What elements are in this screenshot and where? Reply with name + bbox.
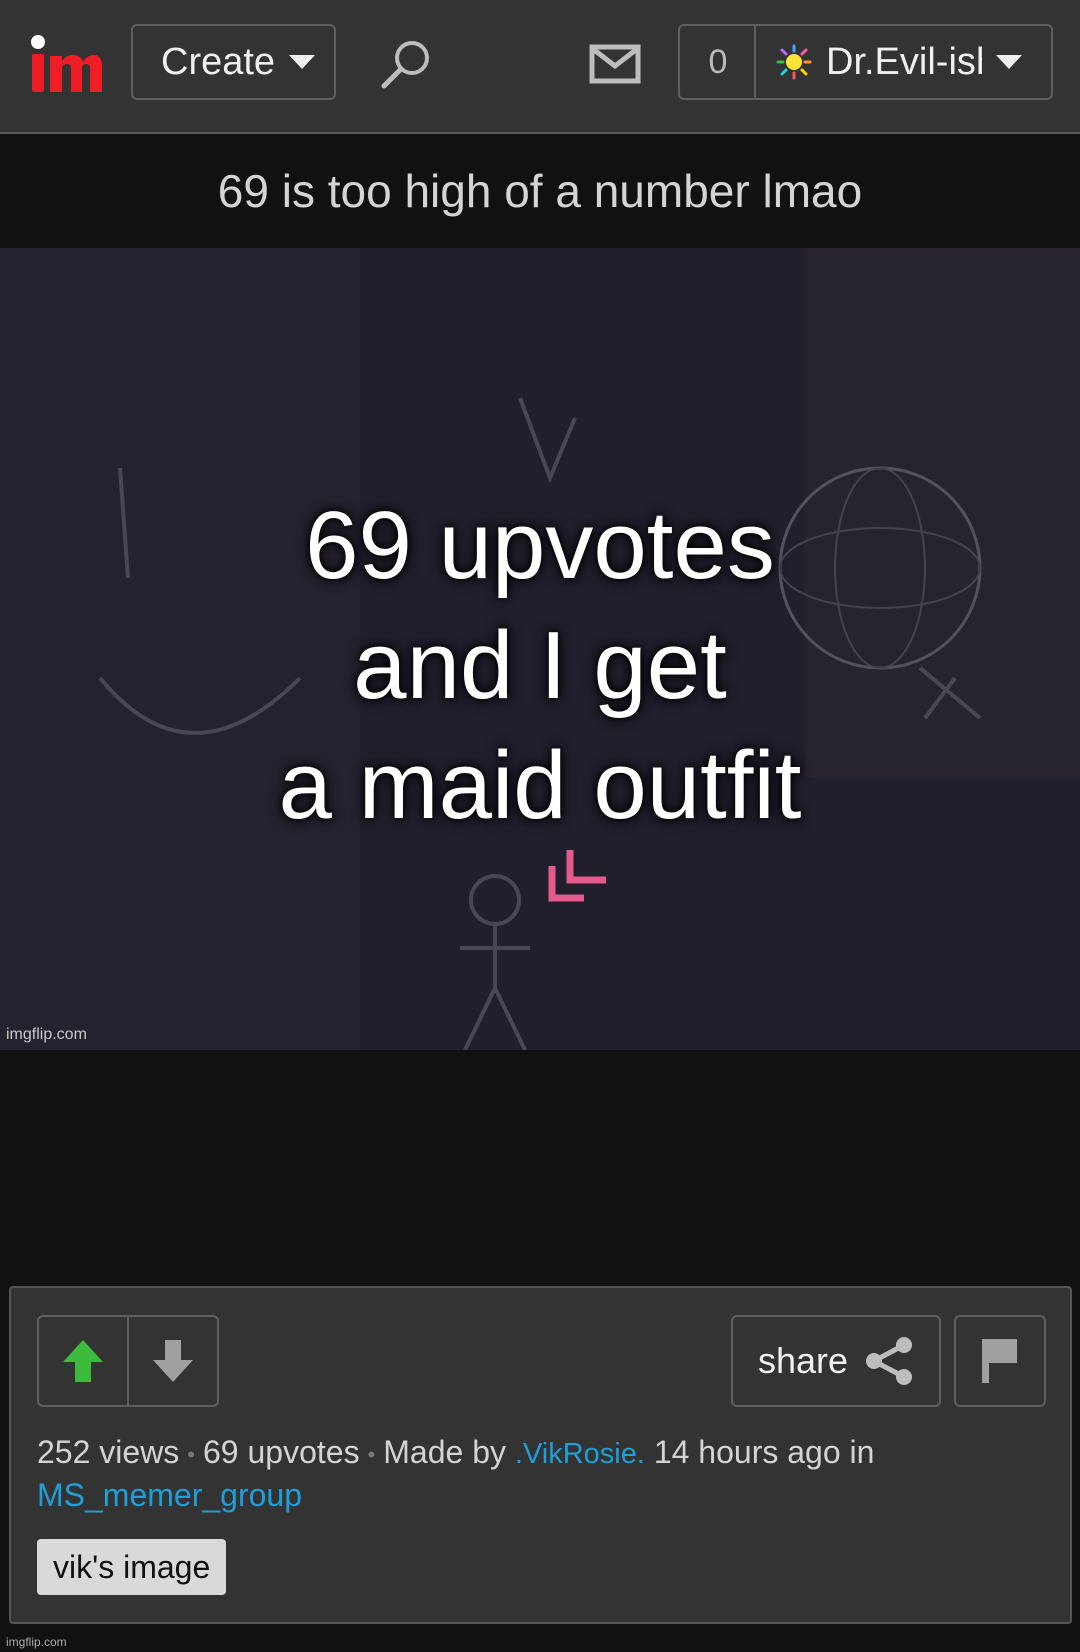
meme-caption-line: a maid outfit <box>278 732 802 839</box>
separator-dot: • <box>367 1441 376 1467</box>
search-icon[interactable] <box>378 36 434 92</box>
share-button[interactable]: share <box>731 1315 941 1407</box>
post-meta: 252 views • 69 upvotes • Made by .VikRosie. … <box>37 1432 1047 1515</box>
post-info-panel: share 252 views • 69 upvotes • Made by .VikR… <box>9 1286 1072 1624</box>
meme-caption-line: 69 upvotes <box>305 492 775 599</box>
create-label: Create <box>161 40 276 83</box>
chevron-down-icon <box>289 55 316 69</box>
imgflip-logo[interactable] <box>30 34 102 94</box>
flag-icon <box>982 1339 1017 1383</box>
user-menu-button[interactable]: Dr.Evil-ish <box>754 24 1053 100</box>
share-label: share <box>757 1340 849 1381</box>
author-link[interactable]: .VikRosie. <box>515 1438 645 1470</box>
downvote-button[interactable] <box>127 1317 217 1405</box>
top-navigation-bar: Create 0 Dr.Evil-ish <box>0 0 1080 134</box>
chevron-down-icon <box>996 55 1022 69</box>
post-title-bar: 69 is too high of a number lmao <box>0 134 1080 248</box>
meme-image[interactable]: 69 upvotes and I get a maid outfit imgfl… <box>0 248 1080 1050</box>
post-time: 14 hours ago in <box>653 1434 875 1470</box>
notification-count-button[interactable]: 0 <box>678 24 756 100</box>
mail-icon[interactable] <box>589 44 641 84</box>
notification-count: 0 <box>708 42 728 81</box>
upvote-count: 69 upvotes <box>203 1434 360 1470</box>
stream-link[interactable]: MS_memer_group <box>37 1477 302 1513</box>
tag-chip[interactable]: vik's image <box>37 1539 227 1595</box>
view-count: 252 views <box>37 1434 180 1470</box>
meme-caption-line: and I get <box>353 612 727 719</box>
page-watermark: imgflip.com <box>6 1635 67 1649</box>
create-dropdown-button[interactable]: Create <box>131 24 336 100</box>
double-arrow-icon <box>548 850 606 902</box>
vote-buttons <box>37 1315 219 1407</box>
meme-caption: 69 upvotes and I get a maid outfit <box>0 486 1080 846</box>
arrow-down-icon <box>153 1340 193 1382</box>
arrow-up-icon <box>63 1340 103 1382</box>
made-by-label: Made by <box>383 1434 506 1470</box>
username: Dr.Evil-ish <box>826 40 982 83</box>
separator-dot: • <box>187 1441 195 1467</box>
upvote-button[interactable] <box>39 1317 127 1405</box>
share-icon <box>866 1337 913 1385</box>
image-watermark: imgflip.com <box>6 1026 87 1043</box>
sun-avatar-icon <box>776 44 812 80</box>
post-title: 69 is too high of a number lmao <box>217 165 863 217</box>
report-flag-button[interactable] <box>954 1315 1046 1407</box>
